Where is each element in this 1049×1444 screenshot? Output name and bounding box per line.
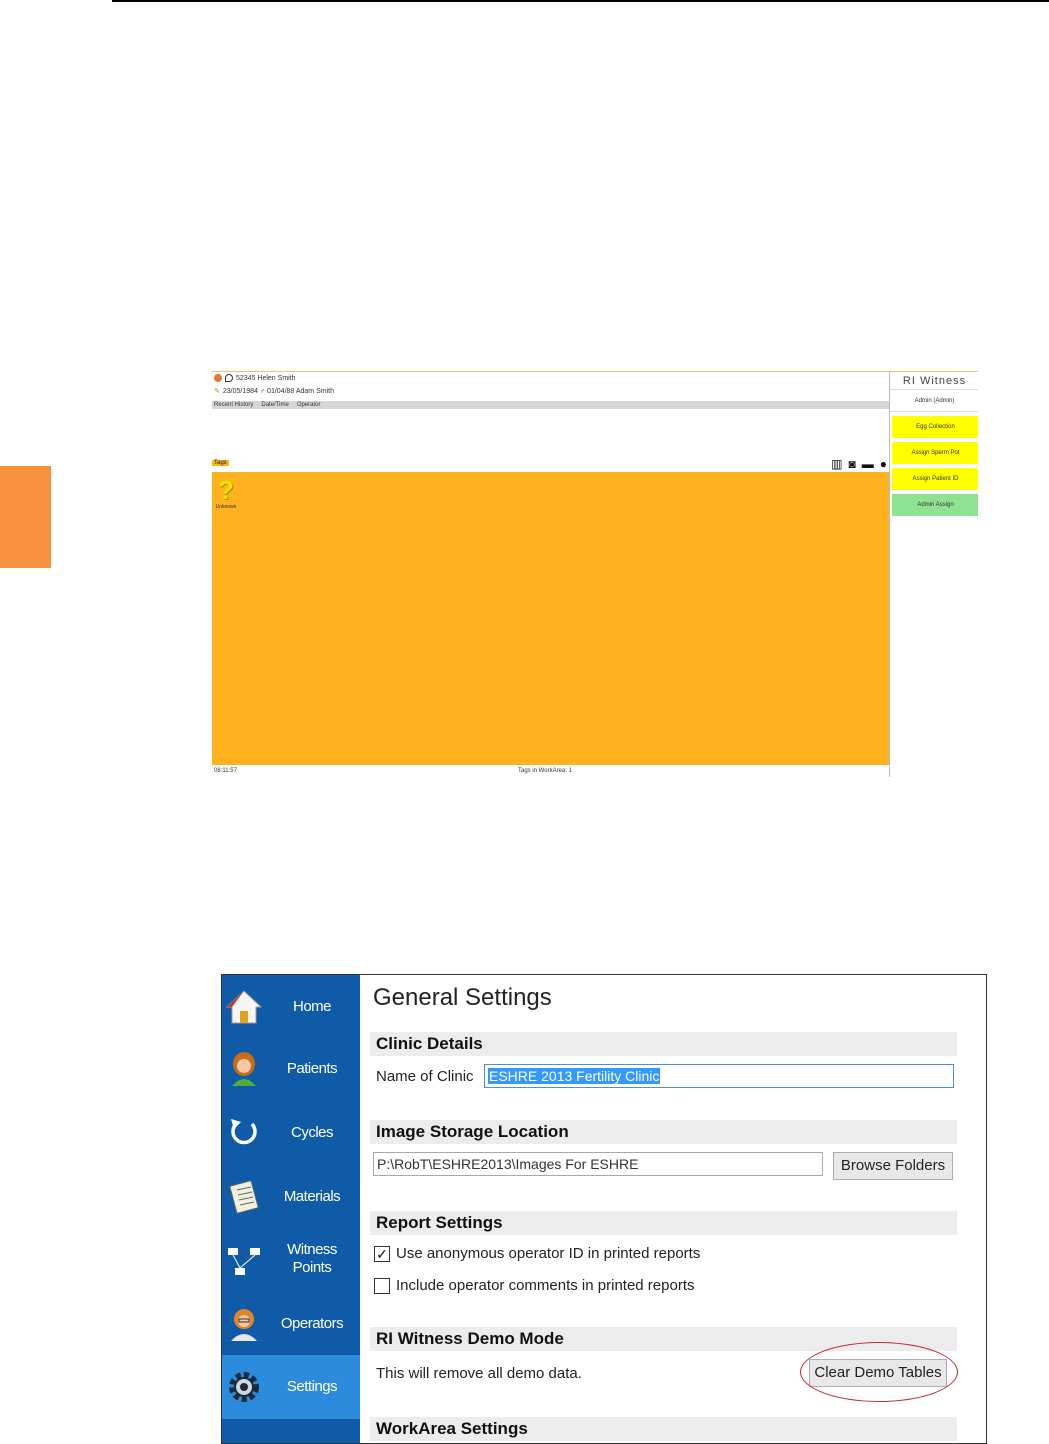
gear-icon	[225, 1368, 263, 1406]
question-mark-icon: ?	[218, 475, 234, 505]
tab-recent-history[interactable]: Recent History	[214, 402, 253, 408]
status-tag-count: Tags in WorkArea: 1	[518, 768, 572, 774]
sidebar-item-operators[interactable]: Operators	[222, 1292, 360, 1356]
sidebar-item-materials[interactable]: Materials	[222, 1165, 360, 1229]
general-settings-screenshot: Home Patients Cycles Materials Witness P…	[221, 974, 987, 1444]
patient-line: 52345 Helen Smith	[236, 374, 296, 382]
materials-icon	[225, 1178, 263, 1216]
cycle-arrow-icon	[225, 1114, 263, 1152]
partner-line: 23/05/1984 ♂ 01/04/88 Adam Smith	[222, 387, 334, 395]
section-report-settings: Report Settings	[370, 1211, 957, 1235]
tab-operator[interactable]: Operator	[297, 402, 321, 408]
sidebar-item-home[interactable]: Home	[222, 975, 360, 1039]
clinic-name-label: Name of Clinic	[376, 1068, 474, 1085]
brand-logo: RI Witness	[890, 373, 978, 390]
patient-icon	[214, 374, 222, 382]
anonymous-id-label: Use anonymous operator ID in printed rep…	[396, 1245, 701, 1262]
annotation-ring	[800, 1342, 958, 1402]
status-time: 08:11:57	[214, 768, 237, 774]
sidebar-item-settings[interactable]: Settings	[222, 1355, 360, 1419]
operator-icon	[225, 1305, 263, 1343]
sidebar-item-cycles[interactable]: Cycles	[222, 1101, 360, 1165]
patient-header: 52345 Helen Smith ✎ 23/05/1984 ♂ 01/04/8…	[212, 372, 889, 402]
status-bar: 08:11:57 Tags in WorkArea: 1	[212, 765, 889, 777]
sidebar-item-label: Materials	[283, 1188, 341, 1205]
section-workarea-settings: WorkArea Settings	[370, 1417, 957, 1441]
workarea-side-panel: RI Witness Admin (Admin) Egg Collection …	[889, 372, 978, 777]
page-title: General Settings	[373, 984, 552, 1011]
unknown-tag[interactable]: ? Unknown	[214, 476, 238, 510]
operator-comments-label: Include operator comments in printed rep…	[396, 1277, 695, 1294]
sidebar-item-patients[interactable]: Patients	[222, 1037, 360, 1101]
home-icon	[225, 988, 263, 1026]
assign-patient-id-button[interactable]: Assign Patient ID	[892, 468, 978, 490]
sidebar-item-label: Witness Points	[287, 1241, 337, 1276]
workarea-main-panel: 52345 Helen Smith ✎ 23/05/1984 ♂ 01/04/8…	[212, 372, 889, 777]
egg-collection-button[interactable]: Egg Collection	[892, 416, 978, 438]
witness-points-icon	[225, 1242, 263, 1280]
history-tabs: Recent History Date/Time Operator	[212, 401, 889, 409]
sidebar-item-label: Home	[292, 998, 332, 1015]
section-clinic-details: Clinic Details	[370, 1032, 957, 1056]
female-icon	[225, 374, 233, 382]
clinic-name-value: ESHRE 2013 Fertility Clinic	[488, 1068, 661, 1084]
storage-path-input[interactable]: P:\RobT\ESHRE2013\Images For ESHRE	[373, 1152, 823, 1176]
pencil-icon[interactable]: ✎	[214, 387, 220, 395]
sidebar-item-label: Operators	[280, 1315, 344, 1332]
chapter-side-tab	[0, 466, 51, 568]
sidebar-item-label: Patients	[286, 1060, 338, 1077]
assign-sperm-pot-button[interactable]: Assign Sperm Pot	[892, 442, 978, 464]
sidebar-item-witness-points[interactable]: Witness Points	[222, 1229, 360, 1293]
tags-label: Tags	[212, 460, 229, 466]
sidebar-nav: Home Patients Cycles Materials Witness P…	[222, 975, 360, 1443]
operator-label: Admin (Admin)	[890, 391, 978, 412]
tab-date-time[interactable]: Date/Time	[261, 402, 288, 408]
sidebar-item-label: Cycles	[290, 1124, 334, 1141]
sidebar-item-label: Settings	[286, 1378, 338, 1395]
operator-comments-checkbox[interactable]	[374, 1278, 390, 1294]
barcode-add-icon[interactable]: ▥	[831, 457, 842, 471]
browse-folders-button[interactable]: Browse Folders	[833, 1152, 953, 1180]
page-top-rule	[112, 0, 1049, 2]
camera-icon[interactable]: ◙	[849, 457, 856, 471]
workarea-toolbar: Tags ▥ ◙ ▬ ●	[212, 456, 889, 472]
workarea-canvas[interactable]: ? Unknown	[212, 472, 889, 765]
admin-assign-button[interactable]: Admin Assign	[892, 494, 978, 516]
anonymous-id-checkbox[interactable]: ✓	[374, 1246, 390, 1262]
unknown-tag-label: Unknown	[215, 504, 237, 510]
clinic-name-input[interactable]: ESHRE 2013 Fertility Clinic	[484, 1064, 954, 1088]
workarea-screenshot: 52345 Helen Smith ✎ 23/05/1984 ♂ 01/04/8…	[212, 371, 978, 777]
patient-icon	[225, 1050, 263, 1088]
info-icon[interactable]: ●	[880, 457, 887, 471]
printer-icon[interactable]: ▬	[862, 457, 874, 471]
settings-content: General Settings Clinic Details Name of …	[360, 975, 986, 1443]
demo-mode-text: This will remove all demo data.	[376, 1365, 582, 1382]
section-image-storage: Image Storage Location	[370, 1120, 957, 1144]
